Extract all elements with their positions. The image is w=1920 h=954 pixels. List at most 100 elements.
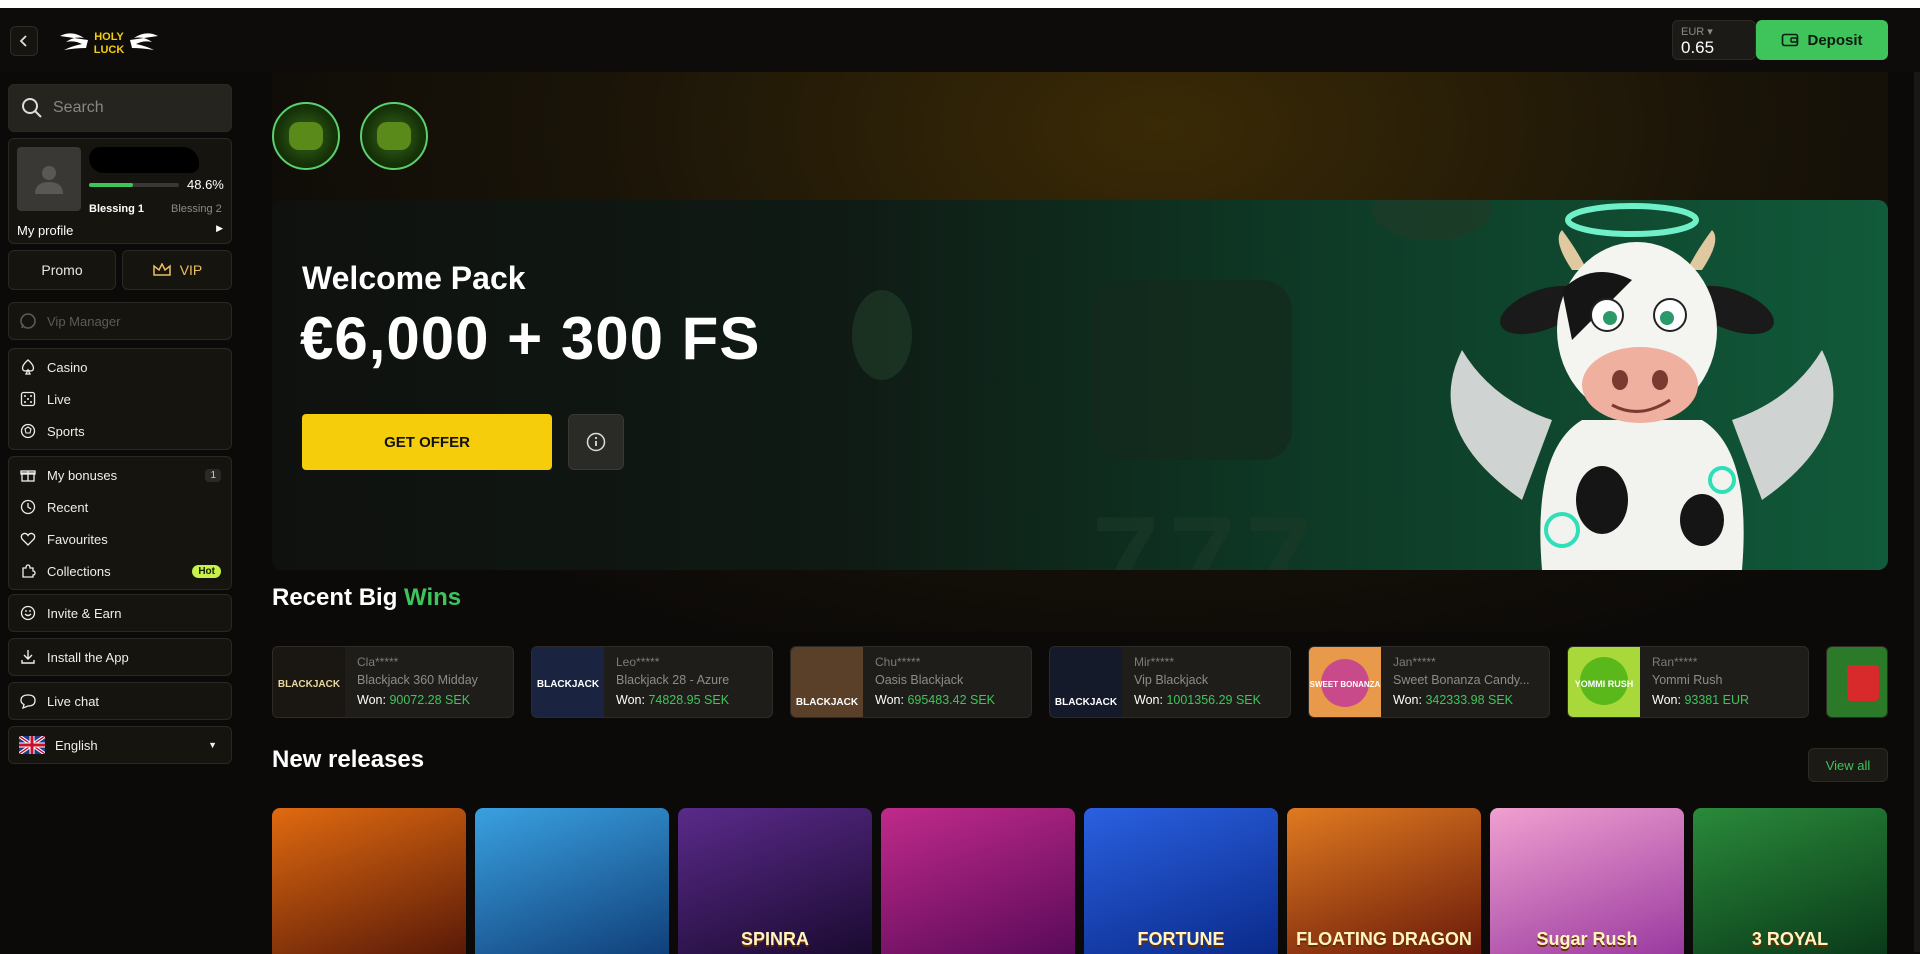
hero-offer: €6,000 + 300 FS (300, 305, 761, 372)
win-game: Blackjack 360 Midday (357, 673, 478, 687)
bonus-count-badge: 1 (205, 468, 221, 482)
win-game: Sweet Bonanza Candy... (1393, 673, 1530, 687)
nav-item-casino[interactable]: Casino (9, 351, 231, 383)
wallet-icon (1782, 33, 1799, 47)
win-user: Jan***** (1393, 655, 1436, 669)
game-tile[interactable]: Sugar Rush (1490, 808, 1684, 954)
deposit-button[interactable]: Deposit (1756, 20, 1888, 60)
view-all-button[interactable]: View all (1808, 748, 1888, 782)
promo-button[interactable]: Promo (8, 250, 116, 290)
get-offer-label: GET OFFER (384, 433, 470, 451)
vip-button[interactable]: VIP (122, 250, 232, 290)
nav-item-my-bonuses[interactable]: My bonuses 1 (9, 459, 231, 491)
balance-selector[interactable]: EUR ▾ 0.65 (1672, 20, 1756, 60)
deposit-label: Deposit (1807, 31, 1863, 49)
win-amount-row: Won: 74828.95 SEK (616, 693, 729, 707)
decor-slot-machine (1092, 280, 1292, 460)
win-card[interactable]: BLACKJACK Cla***** Blackjack 360 Midday … (272, 646, 514, 718)
hero-banner[interactable]: 777 Welcome Pack €6,000 + 300 FS GET OFF… (272, 200, 1888, 570)
nav-item-collections[interactable]: Collections Hot (9, 555, 231, 587)
game-tile[interactable] (272, 808, 466, 954)
game-tile[interactable] (881, 808, 1075, 954)
win-amount: 93381 EUR (1684, 693, 1750, 707)
won-label: Won: (1652, 693, 1681, 707)
win-amount-row: Won: 1001356.29 SEK (1134, 693, 1261, 707)
holy-luck-logo[interactable]: HOLY LUCK (58, 26, 160, 58)
game-tile[interactable]: SPINRA (678, 808, 872, 954)
game-thumbnail: BLACKJACK (532, 647, 604, 717)
recent-wins-title-part1: Recent Big (272, 584, 398, 611)
nav-item-recent[interactable]: Recent (9, 491, 231, 523)
live-chat-button[interactable]: Live chat (8, 682, 232, 720)
install-label: Install the App (47, 649, 129, 665)
level-progress-bar (89, 183, 179, 187)
nav-label: Collections (47, 563, 111, 579)
win-user: Ran***** (1652, 655, 1698, 669)
nav-item-live[interactable]: Live (9, 383, 231, 415)
offer-info-button[interactable] (568, 414, 624, 470)
ball-icon (19, 422, 37, 440)
gift-icon (19, 466, 37, 484)
win-amount: 342333.98 SEK (1425, 693, 1514, 707)
vip-manager-button[interactable]: Vip Manager (8, 302, 232, 340)
avatar[interactable] (17, 147, 81, 211)
top-bar: HOLY LUCK EUR ▾ 0.65 Deposit (0, 8, 1920, 72)
search-icon (22, 98, 42, 118)
search-placeholder: Search (53, 99, 104, 116)
language-label: English (55, 737, 98, 753)
game-tile[interactable]: FLOATING DRAGON (1287, 808, 1481, 954)
win-amount-row: Won: 342333.98 SEK (1393, 693, 1513, 707)
dice-icon (19, 390, 37, 408)
spade-icon (19, 358, 37, 376)
puzzle-icon (19, 562, 37, 580)
search-box[interactable]: Search (8, 84, 232, 132)
story-badge[interactable] (360, 102, 428, 170)
promo-label: Promo (41, 262, 83, 278)
angel-cow-mascot (1450, 203, 1834, 570)
win-user: Leo***** (616, 655, 660, 669)
win-card[interactable]: BLACKJACK Mir***** Vip Blackjack Won: 10… (1049, 646, 1291, 718)
thumb-text: YOMMI RUSH (1575, 679, 1634, 689)
user-icon (35, 166, 63, 194)
game-thumbnail: YOMMI RUSH (1568, 647, 1640, 717)
language-selector[interactable]: English ▼ (8, 726, 232, 764)
win-card[interactable]: SWEET BONANZA Jan***** Sweet Bonanza Can… (1308, 646, 1550, 718)
game-tile[interactable] (475, 808, 669, 954)
win-card-partial[interactable] (1826, 646, 1888, 718)
game-tile-title: Sugar Rush (1536, 929, 1638, 949)
game-thumbnail: SWEET BONANZA (1309, 647, 1381, 717)
page-scrollbar[interactable] (1914, 72, 1920, 952)
story-badge[interactable] (272, 102, 340, 170)
nav-item-sports[interactable]: Sports (9, 415, 231, 447)
win-user: Cla***** (357, 655, 399, 669)
win-card[interactable]: YOMMI RUSH Ran***** Yommi Rush Won: 9338… (1567, 646, 1809, 718)
caret-down-icon: ▼ (208, 740, 217, 750)
thumb-text: BLACKJACK (537, 679, 600, 690)
game-tile[interactable]: FORTUNE (1084, 808, 1278, 954)
thumb-text: SWEET BONANZA (1310, 680, 1381, 689)
my-profile-link[interactable]: My profile ▶ (17, 223, 223, 238)
won-label: Won: (875, 693, 904, 707)
win-amount: 74828.95 SEK (648, 693, 730, 707)
current-level: Blessing 1 (89, 203, 145, 215)
smile-icon (19, 604, 37, 622)
win-card[interactable]: BLACKJACK Leo***** Blackjack 28 - Azure … (531, 646, 773, 718)
invite-earn-button[interactable]: Invite & Earn (8, 594, 232, 632)
level-progress-fill (89, 183, 133, 187)
back-button[interactable] (10, 26, 38, 56)
win-user: Mir***** (1134, 655, 1175, 669)
install-app-button[interactable]: Install the App (8, 638, 232, 676)
next-level: Blessing 2 (171, 203, 222, 215)
game-tile[interactable]: 3 ROYAL (1693, 808, 1887, 954)
won-label: Won: (357, 693, 386, 707)
game-thumbnail: BLACKJACK (1050, 647, 1122, 717)
live-chat-label: Live chat (47, 693, 100, 709)
win-card[interactable]: BLACKJACK Chu***** Oasis Blackjack Won: … (790, 646, 1032, 718)
won-label: Won: (1134, 693, 1163, 707)
view-all-label: View all (1825, 757, 1871, 773)
thumb-text: BLACKJACK (796, 697, 859, 708)
balance-amount: 0.65 (1681, 38, 1715, 57)
get-offer-button[interactable]: GET OFFER (302, 414, 552, 470)
caret-right-icon: ▶ (216, 223, 223, 233)
nav-item-favourites[interactable]: Favourites (9, 523, 231, 555)
